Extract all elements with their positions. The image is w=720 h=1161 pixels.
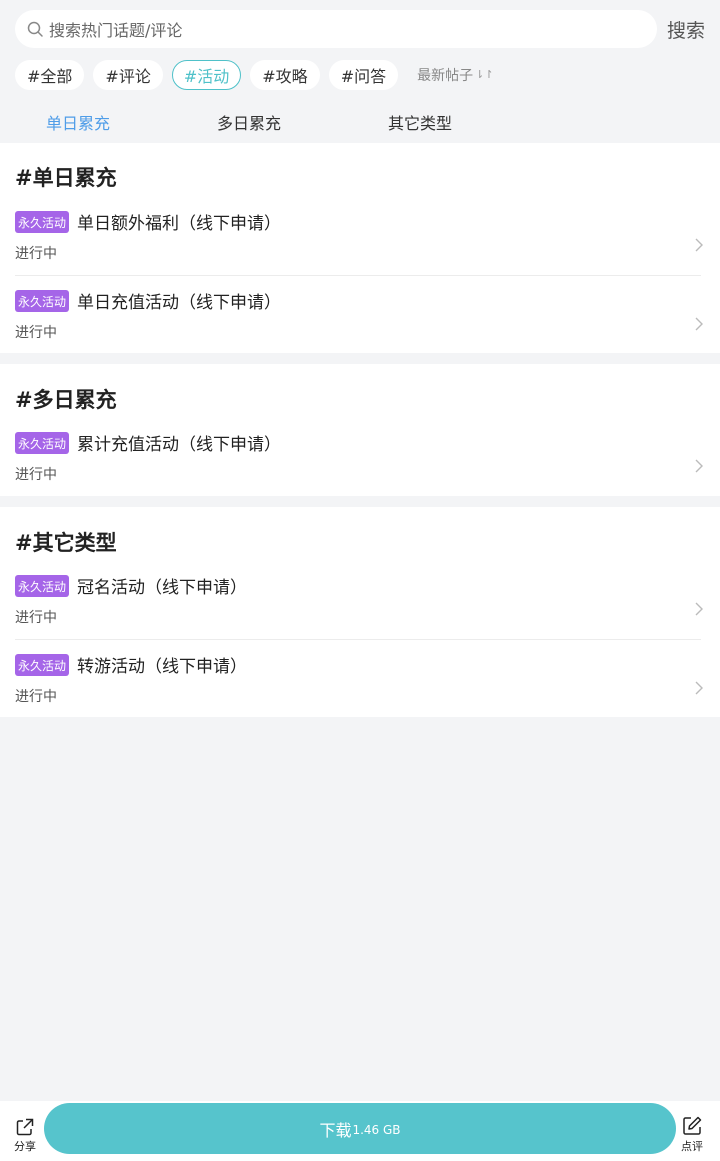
section-card: #单日累充 永久活动 单日额外福利（线下申请） 进行中 永久活动 单日充值活动（…	[0, 143, 720, 353]
chevron-right-icon	[695, 317, 703, 331]
download-size: 1.46 GB	[352, 1122, 401, 1137]
chevron-right-icon	[695, 238, 703, 252]
permanent-badge: 永久活动	[15, 654, 70, 676]
chevron-right-icon	[695, 602, 703, 616]
sort-toggle[interactable]: 最新帖子 ⇂↾	[417, 65, 493, 85]
download-button[interactable]: 下载 1.46 GB	[44, 1103, 676, 1154]
tag-chip-comments[interactable]: #评论	[93, 59, 163, 90]
item-title: 单日额外福利（线下申请）	[77, 214, 281, 234]
search-row: 搜索热门话题/评论 搜索	[0, 0, 720, 58]
item-title: 单日充值活动（线下申请）	[77, 293, 281, 313]
item-status: 进行中	[15, 467, 57, 483]
section-title: #单日累充	[15, 166, 117, 190]
list-item[interactable]: 永久活动 累计充值活动（线下申请） 进行中	[0, 432, 720, 510]
app-page: 搜索热门话题/评论 搜索 #全部 #评论 #活动 #攻略 #问答 最新帖子 ⇂↾…	[0, 0, 720, 1161]
tag-chip-qa[interactable]: #问答	[328, 59, 399, 90]
list-item[interactable]: 永久活动 单日充值活动（线下申请） 进行中	[0, 290, 720, 368]
tag-filter-bar: #全部 #评论 #活动 #攻略 #问答 最新帖子 ⇂↾	[15, 59, 494, 90]
edit-icon	[683, 1116, 702, 1135]
item-title: 转游活动（线下申请）	[77, 657, 247, 677]
section-title: #多日累充	[15, 388, 117, 412]
review-button[interactable]: 点评	[681, 1115, 703, 1154]
share-label: 分享	[14, 1140, 36, 1153]
section-tabs: 单日累充 多日累充 其它类型	[0, 104, 720, 136]
item-status: 进行中	[15, 610, 57, 626]
list-item[interactable]: 永久活动 单日额外福利（线下申请） 进行中	[0, 211, 720, 289]
chevron-right-icon	[695, 681, 703, 695]
search-icon	[27, 20, 45, 38]
search-button[interactable]: 搜索	[667, 16, 705, 43]
permanent-badge: 永久活动	[15, 432, 70, 454]
item-status: 进行中	[15, 325, 57, 341]
sort-arrows-icon: ⇂↾	[475, 68, 494, 81]
tag-chip-guides[interactable]: #攻略	[250, 59, 320, 90]
tag-chip-all[interactable]: #全部	[15, 59, 85, 90]
sort-label: 最新帖子	[417, 67, 474, 84]
divider	[15, 639, 701, 640]
item-status: 进行中	[15, 246, 57, 262]
section-card: #多日累充 永久活动 累计充值活动（线下申请） 进行中	[0, 364, 720, 496]
tab-multi-day[interactable]: 多日累充	[217, 110, 281, 134]
download-label: 下载	[319, 1120, 352, 1140]
share-icon	[16, 1118, 34, 1136]
bottom-action-bar: 分享 下载 1.46 GB 点评	[0, 1101, 720, 1161]
divider	[15, 275, 701, 276]
tag-chip-activities[interactable]: #活动	[171, 59, 242, 90]
share-button[interactable]: 分享	[14, 1117, 36, 1154]
section-card: #其它类型 永久活动 冠名活动（线下申请） 进行中 永久活动 转游活动（线下申请…	[0, 507, 720, 717]
item-status: 进行中	[15, 689, 57, 705]
permanent-badge: 永久活动	[15, 290, 70, 312]
tab-other[interactable]: 其它类型	[388, 110, 452, 134]
chevron-right-icon	[695, 459, 703, 473]
search-placeholder: 搜索热门话题/评论	[49, 21, 183, 40]
section-title: #其它类型	[15, 531, 117, 555]
search-input[interactable]: 搜索热门话题/评论	[15, 10, 657, 48]
item-title: 累计充值活动（线下申请）	[77, 435, 281, 455]
tab-single-day[interactable]: 单日累充	[46, 110, 110, 134]
review-label: 点评	[681, 1140, 703, 1153]
item-title: 冠名活动（线下申请）	[77, 578, 247, 598]
list-item[interactable]: 永久活动 转游活动（线下申请） 进行中	[0, 654, 720, 732]
permanent-badge: 永久活动	[15, 211, 70, 233]
list-item[interactable]: 永久活动 冠名活动（线下申请） 进行中	[0, 575, 720, 653]
permanent-badge: 永久活动	[15, 575, 70, 597]
